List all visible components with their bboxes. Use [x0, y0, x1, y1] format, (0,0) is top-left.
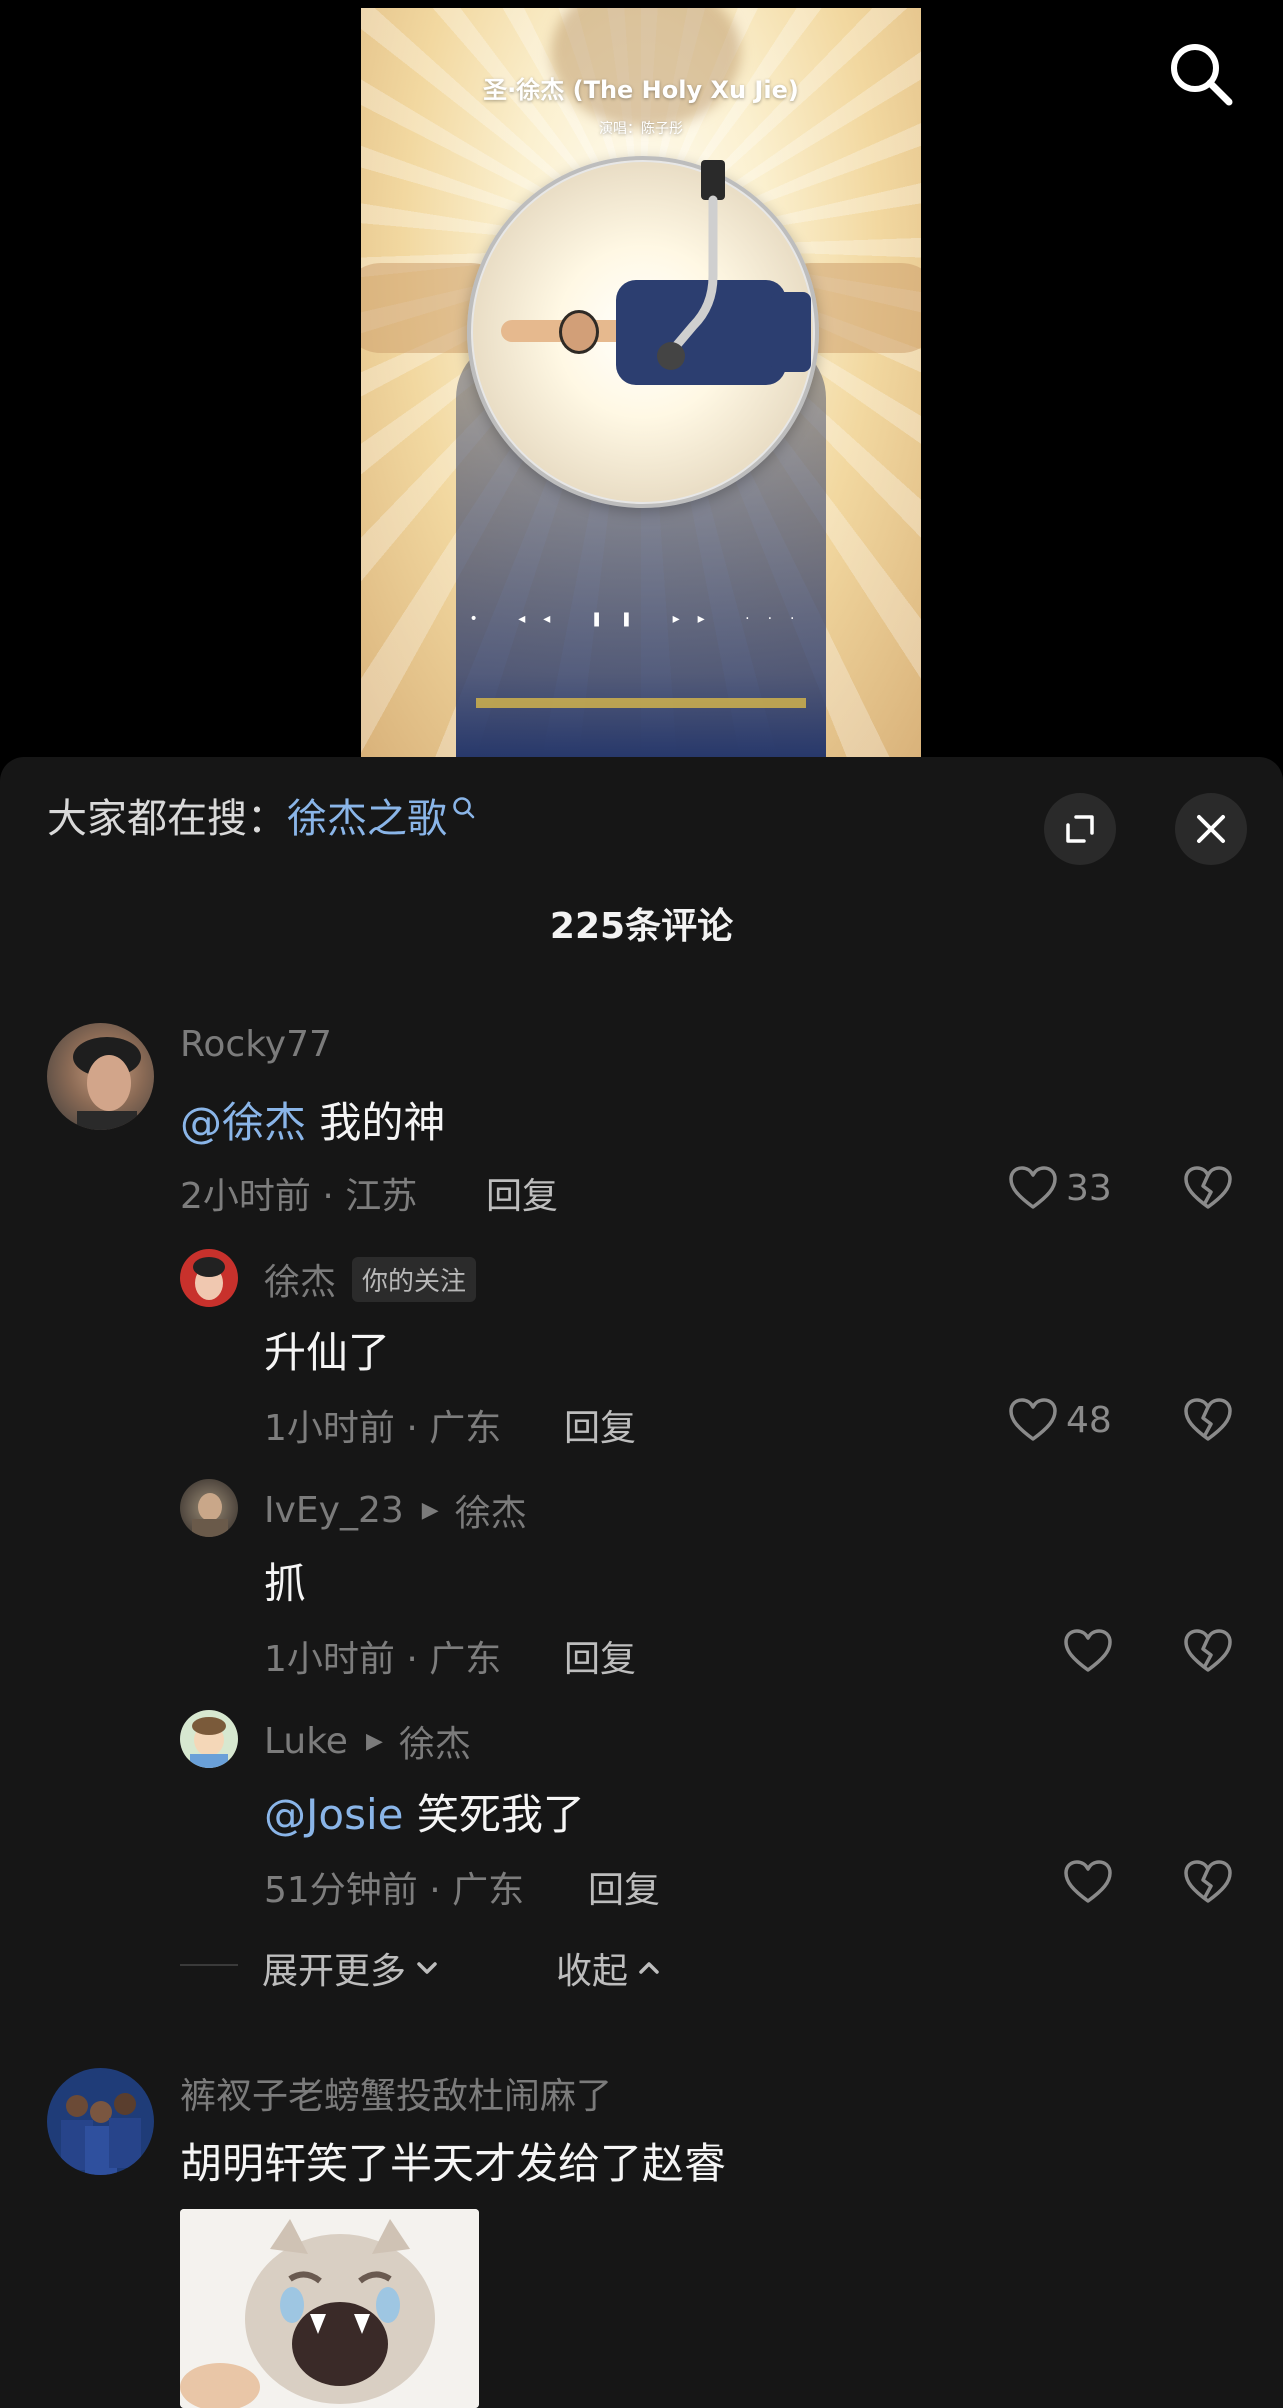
comment-meta: 51分钟前 · 广东 — [264, 1870, 525, 1911]
song-singer: 演唱：陈子彤 — [599, 121, 683, 137]
reply-to-user[interactable]: 徐杰 — [399, 1715, 471, 1767]
collapse-label: 收起 — [556, 1951, 629, 1992]
song-title: 圣·徐杰 (The Holy Xu Jie) — [483, 76, 799, 104]
comment-text: 升仙了 — [264, 1328, 391, 1377]
like-count: 48 — [1066, 1399, 1112, 1441]
avatar[interactable] — [180, 1710, 238, 1768]
comment-text: 胡明轩笑了半天才发给了赵睿 — [180, 2139, 727, 2188]
collapse-button[interactable]: 收起 — [556, 1942, 664, 1994]
username-text[interactable]: IvEy_23 — [264, 1490, 404, 1531]
disc-figure-legs — [771, 292, 811, 372]
thread-divider — [180, 1964, 238, 1966]
username[interactable]: Rocky77 — [180, 1024, 332, 1065]
like-button[interactable] — [1063, 1628, 1113, 1674]
cat-meme-sticker[interactable] — [180, 2209, 479, 2408]
comment-meta: 2小时前 · 江苏 — [180, 1176, 418, 1217]
comments-panel[interactable]: 大家都在搜： 徐杰之歌 225条评论 Rocky77 @徐杰 我的神 2小时前 … — [0, 757, 1283, 2408]
avatar[interactable] — [47, 1023, 154, 1130]
avatar[interactable] — [180, 1479, 238, 1537]
dislike-button[interactable] — [1183, 1165, 1233, 1215]
reply-button[interactable]: 回复 — [588, 1861, 660, 1913]
username[interactable]: 裤衩子老螃蟹投敌杜闹麻了 — [180, 2067, 612, 2119]
reply-button[interactable]: 回复 — [564, 1399, 636, 1451]
trending-search[interactable]: 大家都在搜： 徐杰之歌 — [47, 796, 477, 842]
username: IvEy_23 ▶ 徐杰 — [264, 1484, 527, 1536]
like-button[interactable]: 48 — [1008, 1397, 1112, 1443]
avatar[interactable] — [47, 2068, 154, 2175]
expand-more-button[interactable]: 展开更多 — [262, 1942, 442, 1994]
following-badge: 你的关注 — [352, 1256, 477, 1302]
username-text[interactable]: Rocky77 — [180, 1024, 332, 1065]
disc-figure-head — [559, 310, 599, 354]
reply-button[interactable]: 回复 — [564, 1630, 636, 1682]
reply-button[interactable]: 回复 — [486, 1167, 558, 1219]
comment-meta: 1小时前 · 广东 — [264, 1639, 502, 1680]
close-icon — [1197, 815, 1225, 843]
heart-icon — [1009, 1166, 1057, 1209]
broken-heart-icon — [1184, 1860, 1232, 1903]
username-text[interactable]: 裤衩子老螃蟹投敌杜闹麻了 — [180, 2067, 612, 2119]
heart-icon — [1064, 1860, 1112, 1903]
comment-body: 我的神 — [306, 1098, 446, 1147]
like-button[interactable]: 33 — [1008, 1165, 1112, 1211]
video-player[interactable]: 圣·徐杰 (The Holy Xu Jie) 演唱：陈子彤 • ◂◂ ❚❚ ▸▸… — [0, 0, 1283, 757]
like-count: 33 — [1066, 1167, 1112, 1209]
reply-arrow-icon: ▶ — [365, 1728, 383, 1754]
comment-body: 笑死我了 — [403, 1790, 585, 1839]
comment-text: 抓 — [264, 1559, 307, 1608]
comment-text: @徐杰 我的神 — [180, 1089, 445, 1150]
chevron-up-icon — [639, 1962, 659, 1974]
avatar[interactable] — [180, 1249, 238, 1307]
tonearm-icon — [657, 160, 725, 370]
trending-keyword-link[interactable]: 徐杰之歌 — [287, 799, 447, 839]
comment-meta: 1小时前 · 广东 — [264, 1408, 502, 1449]
broken-heart-icon — [1184, 1166, 1232, 1209]
close-button[interactable] — [1175, 793, 1247, 865]
expand-icon — [1066, 815, 1094, 843]
search-icon[interactable] — [1165, 38, 1237, 110]
mention-link[interactable]: @徐杰 — [180, 1098, 306, 1147]
heart-icon — [1064, 1629, 1112, 1672]
player-controls[interactable]: • ◂◂ ❚❚ ▸▸ ··· — [361, 611, 921, 627]
chevron-down-icon — [417, 1962, 437, 1974]
reply-to-user[interactable]: 徐杰 — [455, 1484, 527, 1536]
search-small-icon — [453, 797, 475, 819]
heart-icon — [1009, 1398, 1057, 1441]
comment-text: @Josie 笑死我了 — [264, 1781, 585, 1842]
username-text[interactable]: 徐杰 — [264, 1253, 336, 1305]
video-frame[interactable]: 圣·徐杰 (The Holy Xu Jie) 演唱：陈子彤 • ◂◂ ❚❚ ▸▸… — [361, 8, 921, 757]
expand-button[interactable] — [1044, 793, 1116, 865]
username-text[interactable]: Luke — [264, 1721, 348, 1762]
comment-count: 225条评论 — [549, 906, 734, 947]
username: 徐杰 你的关注 — [264, 1253, 477, 1305]
trending-label: 大家都在搜： — [47, 796, 287, 842]
jersey-trim — [476, 698, 806, 708]
dislike-button[interactable] — [1183, 1628, 1233, 1678]
like-button[interactable] — [1063, 1859, 1113, 1905]
dislike-button[interactable] — [1183, 1397, 1233, 1447]
mention-link[interactable]: @Josie — [264, 1790, 403, 1839]
broken-heart-icon — [1184, 1398, 1232, 1441]
dislike-button[interactable] — [1183, 1859, 1233, 1909]
expand-more-label: 展开更多 — [262, 1951, 407, 1992]
username: Luke ▶ 徐杰 — [264, 1715, 471, 1767]
reply-arrow-icon: ▶ — [421, 1497, 439, 1523]
broken-heart-icon — [1184, 1629, 1232, 1672]
